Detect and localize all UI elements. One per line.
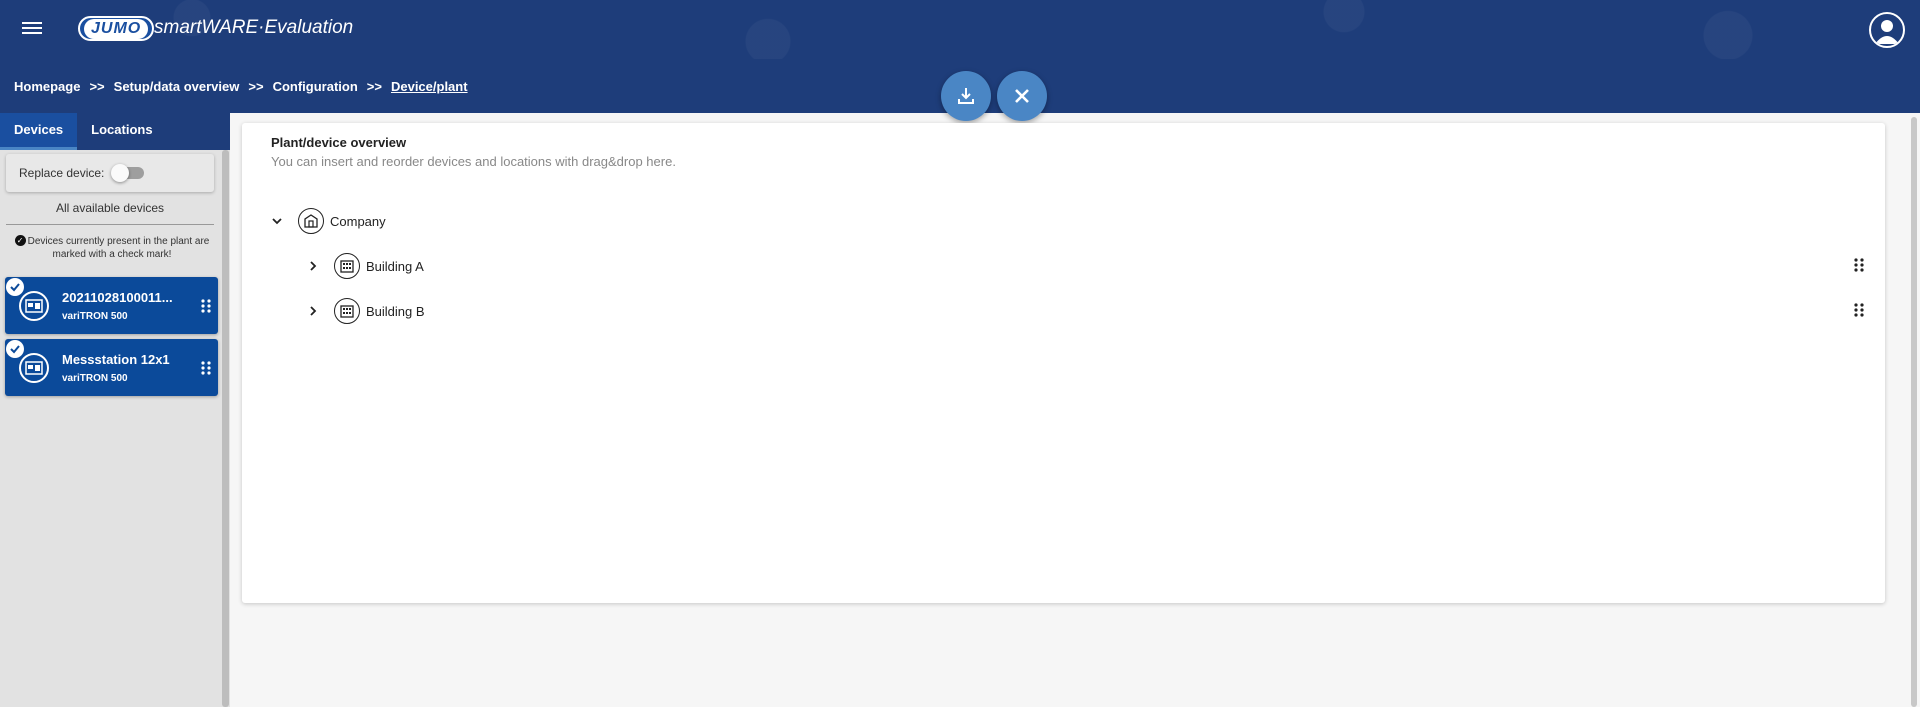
device-icon [19, 353, 49, 383]
tree-node-label: Building A [366, 258, 424, 274]
check-mark-hint: ✓ Devices currently present in the plant … [14, 235, 210, 261]
device-name: Messstation 12x1 [62, 352, 170, 367]
tab-devices[interactable]: Devices [0, 113, 78, 150]
breadcrumb-device-plant[interactable]: Device/plant [391, 79, 468, 94]
tree-node-label: Company [330, 213, 386, 229]
building-icon [334, 298, 360, 324]
drag-handle-icon[interactable] [1854, 302, 1864, 320]
plant-overview-panel: Plant/device overview You can insert and… [242, 123, 1885, 603]
panel-subtitle: You can insert and reorder devices and l… [271, 154, 676, 169]
replace-device-toggle[interactable] [111, 164, 145, 182]
main-scrollbar[interactable] [1911, 117, 1917, 707]
jumo-logo: JUMO [78, 16, 155, 41]
device-type: variTRON 500 [62, 373, 128, 384]
device-card[interactable]: 20211028100011... variTRON 500 [5, 277, 218, 334]
device-type: variTRON 500 [62, 311, 128, 322]
replace-device-row: Replace device: [6, 154, 214, 192]
save-button[interactable] [941, 71, 991, 121]
breadcrumb-setup[interactable]: Setup/data overview [114, 79, 240, 94]
device-card[interactable]: Messstation 12x1 variTRON 500 [5, 339, 218, 396]
all-devices-label: All available devices [6, 201, 214, 225]
tree-node-company[interactable]: Company [267, 206, 386, 236]
close-icon [1015, 89, 1029, 103]
check-icon [6, 278, 24, 296]
tree-node-label: Building B [366, 303, 425, 319]
breadcrumb-separator: >> [248, 79, 264, 94]
tab-locations[interactable]: Locations [77, 113, 166, 150]
panel-title: Plant/device overview [271, 135, 407, 150]
hint-text: Devices currently present in the plant a… [27, 236, 210, 260]
check-icon [6, 340, 24, 358]
breadcrumb-separator: >> [366, 79, 382, 94]
tree-node-building-a[interactable]: Building A [303, 251, 1893, 281]
replace-device-label: Replace device: [19, 166, 105, 180]
company-icon [298, 208, 324, 234]
chevron-down-icon[interactable] [267, 211, 287, 231]
check-icon: ✓ [14, 235, 26, 246]
menu-icon[interactable] [22, 19, 42, 39]
app-title: smartWARE·Evaluation [154, 17, 354, 38]
breadcrumb-homepage[interactable]: Homepage [14, 79, 80, 94]
user-avatar-icon[interactable] [1869, 12, 1905, 48]
download-icon [958, 88, 974, 104]
chevron-right-icon[interactable] [303, 256, 323, 276]
sidebar-scrollbar[interactable] [222, 150, 229, 707]
sidebar-tabs: Devices Locations [0, 113, 230, 150]
sidebar: Devices Locations Replace device: All av… [0, 113, 230, 707]
close-button[interactable] [997, 71, 1047, 121]
breadcrumb: Homepage >> Setup/data overview >> Confi… [14, 79, 468, 94]
tree-node-building-b[interactable]: Building B [303, 296, 1893, 326]
breadcrumb-separator: >> [89, 79, 105, 94]
drag-handle-icon[interactable] [201, 299, 211, 318]
app-header: JUMO smartWARE·Evaluation [0, 0, 1920, 59]
device-name: 20211028100011... [62, 290, 173, 305]
breadcrumb-configuration[interactable]: Configuration [273, 79, 358, 94]
drag-handle-icon[interactable] [1854, 257, 1864, 275]
drag-handle-icon[interactable] [201, 361, 211, 380]
chevron-right-icon[interactable] [303, 301, 323, 321]
device-icon [19, 291, 49, 321]
building-icon [334, 253, 360, 279]
